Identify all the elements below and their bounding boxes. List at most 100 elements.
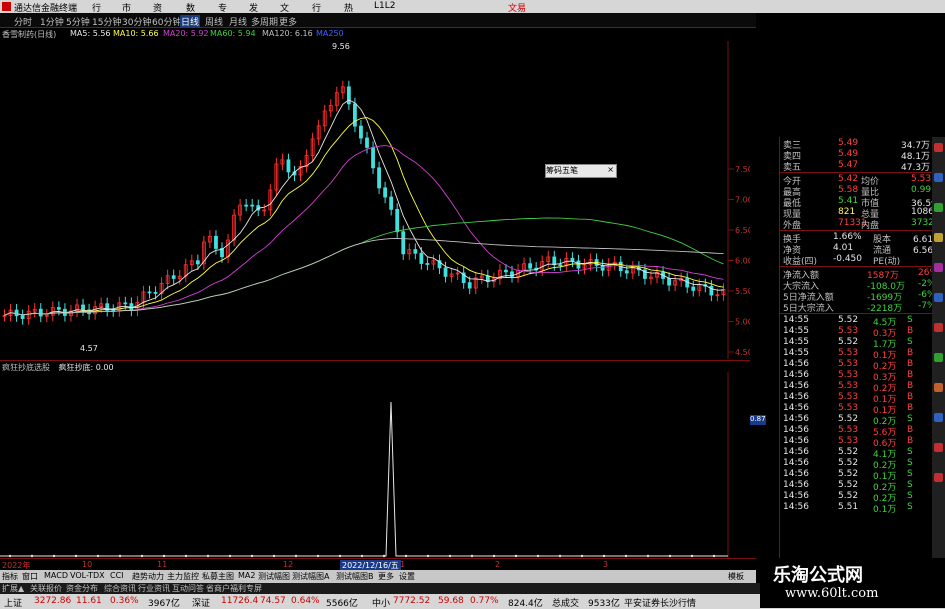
sidebar-tool-icon[interactable] — [934, 293, 943, 302]
baseline-dot — [514, 554, 518, 558]
ext-tab-5[interactable]: 互动问答 — [172, 583, 204, 594]
sidebar-tool-icon[interactable] — [934, 353, 943, 362]
candlestick-chart[interactable]: 7.50 7.00 6.50 6.00 5.50 5.00 4.50 9.56 4.57 — [0, 41, 750, 359]
ext-tab-1[interactable]: 关联报价 — [30, 583, 62, 594]
period-tab-9[interactable]: 多周期 — [251, 15, 278, 28]
baseline-dot — [448, 554, 452, 558]
candle-body — [20, 315, 25, 319]
y-tick-label: 6.00 — [735, 257, 750, 266]
x-tick-label: 1 — [400, 560, 406, 569]
ext-tab-4[interactable]: 行业资讯 — [138, 583, 170, 594]
indicator-tab-10[interactable]: 测试幅图A — [292, 571, 329, 582]
sidebar-tool-icon[interactable] — [934, 173, 943, 182]
candle-body — [123, 302, 128, 305]
quote-divider — [780, 266, 945, 267]
indicator-tab-8[interactable]: MA2 — [238, 571, 255, 580]
baseline-dot — [712, 554, 716, 558]
baseline-dot — [96, 554, 100, 558]
ma-line-3 — [4, 217, 724, 316]
tab-template[interactable]: 模板 — [728, 571, 744, 582]
field-value: 821 — [838, 207, 856, 217]
tick-side: B — [907, 359, 914, 369]
baseline-dot — [118, 554, 122, 558]
sidebar-tool-icon[interactable] — [934, 473, 943, 482]
quote-divider — [780, 172, 945, 173]
status-item-1: 3272.86 — [34, 596, 72, 606]
period-tab-5[interactable]: 60分钟 — [152, 15, 181, 28]
quote-panel: 卖三 5.49 34.7万 卖四 5.49 48.1万 卖五 5.47 47.3万 今开 5.42 均… — [779, 137, 945, 561]
indicator-tab-5[interactable]: 趋势动力 — [132, 571, 164, 582]
period-tab-1[interactable]: 1分钟 — [40, 15, 64, 28]
y-tick-label: 4.50 — [735, 348, 750, 357]
period-tab-8[interactable]: 月线 — [229, 15, 247, 28]
y-tick-label: 7.00 — [735, 196, 750, 205]
period-tab-7[interactable]: 周线 — [205, 15, 223, 28]
tick-time: 14:55 — [783, 326, 809, 336]
indicator-tab-1[interactable]: 窗口 — [22, 571, 38, 582]
sidebar-tool-icon[interactable] — [934, 383, 943, 392]
candle-body — [443, 267, 448, 277]
baseline-dot — [52, 554, 56, 558]
indicator-y-tag: 0.87 — [750, 415, 766, 425]
field-value: 1.66% — [833, 232, 862, 242]
menu-item-9[interactable]: L1L2 — [374, 1, 395, 11]
indicator-tab-7[interactable]: 私募主图 — [202, 571, 234, 582]
candle-body — [14, 309, 19, 317]
candle-body — [691, 286, 696, 291]
tick-price: 5.53 — [838, 403, 859, 413]
sidebar-tool-icon[interactable] — [934, 203, 943, 212]
indicator-tab-12[interactable]: 更多 — [378, 571, 394, 582]
indicator-tab-2[interactable]: MACD — [44, 571, 68, 580]
sidebar-tool-icon[interactable] — [934, 413, 943, 422]
baseline-dot — [492, 554, 496, 558]
sidebar-tool-icon[interactable] — [934, 263, 943, 272]
indicator-tab-0[interactable]: 指标 — [2, 571, 18, 582]
candle-body — [346, 86, 351, 105]
candle-body — [401, 231, 406, 255]
sidebar-tool-icon[interactable] — [934, 443, 943, 452]
period-tab-4[interactable]: 30分钟 — [122, 15, 151, 28]
ext-tab-3[interactable]: 综合资讯 — [104, 583, 136, 594]
indicator-tab-11[interactable]: 测试幅图B — [336, 571, 374, 582]
status-item-12: 59.68 — [438, 596, 464, 606]
ext-tab-2[interactable]: 资金分布 — [66, 583, 98, 594]
period-tab-6[interactable]: 日线 — [180, 15, 201, 28]
right-sidebar — [932, 137, 945, 561]
chip-widget[interactable]: 筹码五笔 × — [545, 164, 617, 178]
tick-time: 14:56 — [783, 403, 809, 413]
tick-price: 5.53 — [838, 425, 859, 435]
field-value: 5.42 — [838, 174, 859, 184]
indicator-tab-13[interactable]: 设置 — [399, 571, 415, 582]
period-tab-2[interactable]: 5分钟 — [66, 15, 90, 28]
indicator-chart[interactable] — [0, 372, 750, 558]
baseline-dot — [426, 554, 430, 558]
low-price-label: 4.57 — [80, 344, 98, 353]
ext-tab-6[interactable]: 省商户福利专屏 — [206, 583, 262, 594]
tick-time: 14:56 — [783, 491, 809, 501]
candle-body — [371, 147, 375, 169]
quote-divider — [780, 313, 945, 314]
sidebar-tool-icon[interactable] — [934, 233, 943, 242]
field-value: -0.450 — [833, 254, 863, 264]
tick-price: 5.51 — [838, 502, 859, 512]
period-tab-3[interactable]: 15分钟 — [92, 15, 121, 28]
tick-side: B — [907, 392, 914, 402]
indicator-tab-9[interactable]: 测试幅图 — [258, 571, 290, 582]
baseline-dot — [250, 554, 254, 558]
close-icon[interactable]: × — [607, 165, 614, 174]
indicator-tab-4[interactable]: CCI — [110, 571, 124, 580]
sidebar-tool-icon[interactable] — [934, 323, 943, 332]
baseline-dot — [162, 554, 166, 558]
x-tick-label: 12 — [283, 560, 294, 569]
sidebar-tool-icon[interactable] — [934, 143, 943, 152]
period-tab-0[interactable]: 分时 — [14, 15, 32, 28]
candle-body — [558, 264, 563, 267]
period-tab-10[interactable]: 更多 — [279, 15, 297, 28]
baseline-dot — [690, 554, 694, 558]
candle-body — [153, 292, 158, 294]
indicator-tab-3[interactable]: VOL-TDX — [70, 571, 105, 580]
indicator-tab-6[interactable]: 主力监控 — [167, 571, 199, 582]
tick-price: 5.53 — [838, 370, 859, 380]
candle-body — [624, 270, 629, 274]
ext-tab-0[interactable]: 扩展▲ — [2, 583, 24, 594]
